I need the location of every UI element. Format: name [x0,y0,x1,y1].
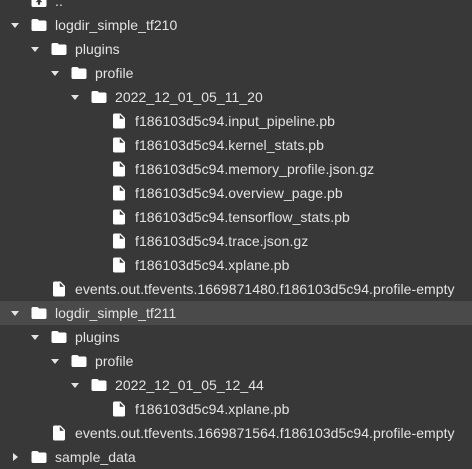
chevron-down-icon[interactable] [28,42,42,56]
tree-item-label: 2022_12_01_05_11_20 [115,89,263,105]
folder-icon [50,40,68,58]
folder-icon [90,88,108,106]
tree-item-label: f186103d5c94.xplane.pb [135,257,290,273]
chevron-down-icon[interactable] [48,354,62,368]
tree-item-label: sample_data [55,449,136,465]
file-tree-item[interactable]: events.out.tfevents.1669871564.f186103d5… [0,421,472,445]
chevron-down-icon[interactable] [68,90,82,104]
folder-tree-item[interactable]: 2022_12_01_05_11_20 [0,85,472,109]
chevron-down-icon[interactable] [8,306,22,320]
tree-item-label: profile [95,353,134,369]
folder-tree-item[interactable]: profile [0,61,472,85]
file-icon [110,400,128,418]
chevron-down-icon[interactable] [68,378,82,392]
folder-tree-item[interactable]: sample_data [0,445,472,469]
folder-icon [70,352,88,370]
folder-icon [30,304,48,322]
folder-tree-item[interactable]: plugins [0,325,472,349]
tree-item-label: .. [55,0,63,9]
folder-tree-item[interactable]: .. [0,0,472,13]
tree-item-label: logdir_simple_tf211 [55,305,177,321]
tree-item-label: profile [95,65,134,81]
file-tree-item[interactable]: f186103d5c94.overview_page.pb [0,181,472,205]
folder-tree-item[interactable]: 2022_12_01_05_12_44 [0,373,472,397]
file-icon [50,280,68,298]
file-icon [110,208,128,226]
file-tree-item[interactable]: f186103d5c94.memory_profile.json.gz [0,157,472,181]
folder-icon [90,376,108,394]
folder-tree-item[interactable]: profile [0,349,472,373]
tree-item-label: f186103d5c94.trace.json.gz [135,233,309,249]
file-icon [50,424,68,442]
tree-item-label: f186103d5c94.kernel_stats.pb [135,137,324,153]
file-icon [110,136,128,154]
tree-item-label: logdir_simple_tf210 [55,17,178,33]
file-icon [110,112,128,130]
folder-tree-item[interactable]: plugins [0,37,472,61]
folder-icon [30,448,48,466]
file-tree-item[interactable]: f186103d5c94.xplane.pb [0,397,472,421]
tree-item-label: f186103d5c94.tensorflow_stats.pb [135,209,350,225]
file-icon [110,256,128,274]
file-icon [110,184,128,202]
chevron-down-icon[interactable] [8,18,22,32]
tree-item-label: f186103d5c94.memory_profile.json.gz [135,161,375,177]
folder-icon [30,16,48,34]
chevron-down-icon[interactable] [28,330,42,344]
tree-item-label: events.out.tfevents.1669871480.f186103d5… [75,281,455,297]
folder-icon [50,328,68,346]
folder-tree-item[interactable]: logdir_simple_tf210 [0,13,472,37]
file-icon [110,160,128,178]
folder-up-icon [30,0,48,10]
tree-item-label: f186103d5c94.overview_page.pb [135,185,343,201]
file-tree-item[interactable]: f186103d5c94.kernel_stats.pb [0,133,472,157]
tree-item-label: f186103d5c94.xplane.pb [135,401,290,417]
file-tree-item[interactable]: f186103d5c94.tensorflow_stats.pb [0,205,472,229]
folder-icon [70,64,88,82]
tree-item-label: f186103d5c94.input_pipeline.pb [135,113,336,129]
tree-item-label: plugins [75,329,120,345]
tree-item-label: plugins [75,41,120,57]
file-icon [110,232,128,250]
folder-tree-item[interactable]: logdir_simple_tf211 [0,301,472,325]
chevron-down-icon[interactable] [48,66,62,80]
tree-item-label: 2022_12_01_05_12_44 [115,377,264,393]
file-tree-item[interactable]: f186103d5c94.xplane.pb [0,253,472,277]
tree-item-label: events.out.tfevents.1669871564.f186103d5… [75,425,455,441]
file-tree-item[interactable]: f186103d5c94.trace.json.gz [0,229,472,253]
file-tree-item[interactable]: f186103d5c94.input_pipeline.pb [0,109,472,133]
file-tree-item[interactable]: events.out.tfevents.1669871480.f186103d5… [0,277,472,301]
